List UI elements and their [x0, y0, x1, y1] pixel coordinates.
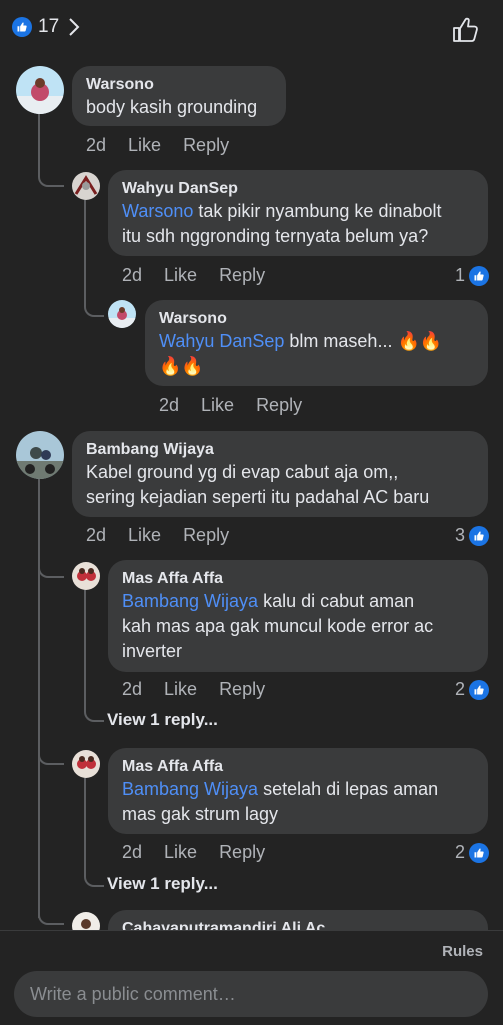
like-reaction-icon	[469, 679, 489, 700]
comment-time: 2d	[86, 135, 107, 155]
comment-time: 2d	[122, 842, 143, 862]
comment-text: Wahyu DanSep blm maseh... 🔥🔥	[159, 329, 474, 354]
comment-text-part: setelah di lepas aman	[258, 779, 439, 799]
comment-composer: Rules Write a public comment…	[0, 930, 503, 1025]
comment-time: 2d	[122, 679, 143, 699]
reaction-count: 1	[454, 265, 465, 285]
thread-connector	[84, 295, 104, 317]
reactions-header: 17	[0, 0, 503, 56]
comment-actions: 2d Like Reply	[159, 395, 324, 416]
avatar[interactable]	[16, 66, 64, 114]
avatar[interactable]	[72, 172, 100, 200]
like-button[interactable]: Like	[128, 135, 161, 156]
comment-author[interactable]: Bambang Wijaya	[86, 440, 474, 460]
comment-text-line: kah mas apa gak muncul kode error ac	[122, 616, 434, 636]
comment-text-part: tak pikir nyambung ke dinabolt	[193, 201, 442, 221]
reply-button[interactable]: Reply	[183, 135, 229, 156]
comment-reactions[interactable]: 3	[455, 525, 489, 546]
comment-bubble[interactable]: Warsono Wahyu DanSep blm maseh... 🔥🔥 🔥🔥	[145, 300, 488, 386]
thread-line	[38, 112, 40, 172]
mention-link[interactable]: Bambang Wijaya	[122, 591, 258, 611]
comment-time: 2d	[86, 525, 107, 545]
avatar[interactable]	[72, 750, 100, 778]
view-replies-link[interactable]: View 1 reply...	[107, 874, 218, 894]
comment-text-part: blm maseh... 🔥🔥	[284, 331, 443, 351]
comment-text-part: kalu di cabut aman	[258, 591, 415, 611]
comment-actions: 2d Like Reply	[122, 842, 287, 863]
comment-author[interactable]: Wahyu DanSep	[122, 179, 474, 199]
comment-author[interactable]: Mas Affa Affa	[122, 569, 474, 589]
comment-author[interactable]: Mas Affa Affa	[122, 757, 474, 777]
comment-text-line: sering kejadian seperti itu padahal AC b…	[86, 487, 430, 507]
thread-line	[84, 775, 86, 875]
like-button[interactable]: Like	[128, 525, 161, 546]
comment-text-line: itu sdh nggronding ternyata belum ya?	[122, 226, 429, 246]
thread-connector	[38, 745, 64, 765]
comment-time: 2d	[122, 265, 143, 285]
comment-text: Warsono tak pikir nyambung ke dinabolt	[122, 199, 474, 224]
comment-text-line: mas gak strum lagy	[122, 804, 279, 824]
comment-reactions[interactable]: 2	[455, 842, 489, 863]
comment-text-line: 🔥🔥	[159, 356, 204, 376]
like-button[interactable]: Like	[164, 679, 197, 700]
comment-bubble[interactable]: Mas Affa Affa Bambang Wijaya setelah di …	[108, 748, 488, 834]
comment-input[interactable]: Write a public comment…	[14, 971, 488, 1017]
reaction-summary[interactable]: 17	[12, 16, 81, 38]
reaction-count: 3	[454, 525, 465, 545]
thread-connector	[38, 165, 64, 187]
comment-text: body kasih grounding	[86, 97, 258, 117]
reaction-count: 17	[38, 16, 60, 37]
comment-actions: 2d Like Reply	[86, 525, 251, 546]
like-reaction-icon	[469, 265, 489, 286]
chevron-right-icon	[69, 18, 80, 36]
like-button[interactable]: Like	[201, 395, 234, 416]
reply-button[interactable]: Reply	[219, 265, 265, 286]
thread-line	[84, 588, 86, 708]
reply-button[interactable]: Reply	[219, 842, 265, 863]
comment-bubble[interactable]: Wahyu DanSep Warsono tak pikir nyambung …	[108, 170, 488, 256]
comment-text-line: inverter	[122, 641, 183, 661]
like-reaction-icon	[469, 525, 489, 546]
rules-link[interactable]: Rules	[442, 943, 483, 960]
like-button[interactable]: Like	[164, 842, 197, 863]
thread-line	[38, 478, 40, 918]
mention-link[interactable]: Bambang Wijaya	[122, 779, 258, 799]
thread-line	[84, 198, 86, 298]
avatar[interactable]	[16, 431, 64, 479]
thread-connector	[38, 905, 64, 925]
comment-bubble[interactable]: Warsono body kasih grounding	[72, 66, 286, 126]
view-replies-link[interactable]: View 1 reply...	[107, 710, 218, 730]
avatar[interactable]	[72, 562, 100, 590]
comment-time: 2d	[159, 395, 180, 415]
comment-actions: 2d Like Reply	[122, 265, 287, 286]
thread-connector	[84, 702, 104, 722]
comment-actions: 2d Like Reply	[122, 679, 287, 700]
reply-button[interactable]: Reply	[256, 395, 302, 416]
reaction-count: 2	[454, 842, 465, 862]
comment-reactions[interactable]: 2	[455, 679, 489, 700]
reply-button[interactable]: Reply	[219, 679, 265, 700]
comment-bubble[interactable]: Mas Affa Affa Bambang Wijaya kalu di cab…	[108, 560, 488, 672]
mention-link[interactable]: Warsono	[122, 201, 193, 221]
like-reaction-icon	[469, 842, 489, 863]
avatar[interactable]	[108, 300, 136, 328]
thread-connector	[84, 867, 104, 887]
comment-author[interactable]: Warsono	[86, 75, 272, 95]
comment-author[interactable]: Warsono	[159, 309, 474, 329]
comment-text: Bambang Wijaya kalu di cabut aman	[122, 589, 474, 614]
reply-button[interactable]: Reply	[183, 525, 229, 546]
comment-reactions[interactable]: 1	[455, 265, 489, 286]
mention-link[interactable]: Wahyu DanSep	[159, 331, 284, 351]
comment-text: Kabel ground yg di evap cabut aja om,,	[86, 462, 399, 482]
like-reaction-icon	[12, 17, 32, 37]
reaction-count: 2	[454, 679, 465, 699]
comment-bubble[interactable]: Bambang Wijaya Kabel ground yg di evap c…	[72, 431, 488, 517]
comment-actions: 2d Like Reply	[86, 135, 251, 156]
like-button[interactable]: Like	[164, 265, 197, 286]
comment-text: Bambang Wijaya setelah di lepas aman	[122, 777, 474, 802]
thread-connector	[38, 556, 64, 578]
like-post-icon[interactable]	[451, 16, 479, 44]
